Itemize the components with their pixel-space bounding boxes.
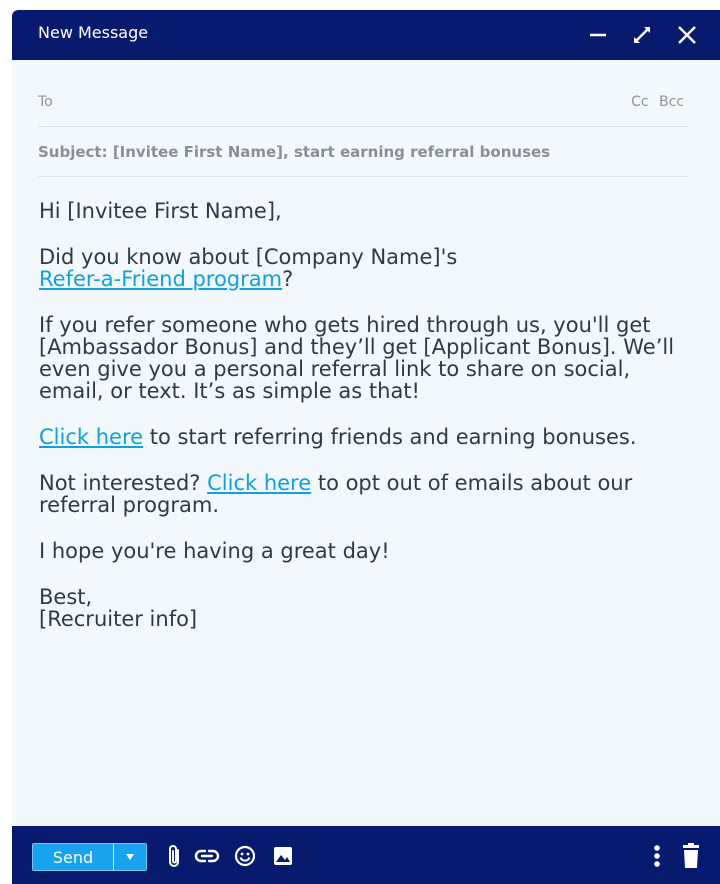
to-label: To <box>38 94 53 110</box>
emoji-icon[interactable] <box>230 841 260 871</box>
image-icon[interactable] <box>268 841 298 871</box>
opt-out-link[interactable]: Click here <box>207 471 311 495</box>
minimize-icon[interactable] <box>584 20 614 50</box>
compose-toolbar: Send <box>12 826 720 884</box>
program-text-end: ? <box>282 267 294 291</box>
signature-block: Best, [Recruiter info] <box>39 586 679 630</box>
subject-field[interactable]: Subject: [Invitee First Name], start ear… <box>38 130 688 177</box>
start-referring-link[interactable]: Click here <box>39 425 143 449</box>
trash-icon[interactable] <box>676 841 706 871</box>
paperclip-icon[interactable] <box>160 841 190 871</box>
cc-bcc-links: Cc Bcc <box>625 94 684 110</box>
refer-a-friend-link[interactable]: Refer-a-Friend program <box>39 267 282 291</box>
paragraph-opt-out: Not interested? Click here to opt out of… <box>39 472 679 516</box>
send-button[interactable]: Send <box>33 844 113 870</box>
close-icon[interactable] <box>672 20 702 50</box>
paragraph-wishes: I hope you're having a great day! <box>39 539 390 563</box>
to-field[interactable]: To Cc Bcc <box>38 82 688 127</box>
message-body[interactable]: Hi [Invitee First Name], Did you know ab… <box>39 200 679 654</box>
compose-window: New Message To Cc Bcc Subject: [Invitee … <box>12 10 720 884</box>
bcc-link[interactable]: Bcc <box>659 94 684 110</box>
cc-link[interactable]: Cc <box>631 94 648 110</box>
greeting: Hi [Invitee First Name], <box>39 199 282 223</box>
paragraph-bonus: If you refer someone who gets hired thro… <box>39 313 675 403</box>
program-text: Did you know about [Company Name]'s <box>39 245 458 269</box>
window-title: New Message <box>38 23 149 42</box>
expand-icon[interactable] <box>627 20 657 50</box>
send-group: Send <box>32 843 147 871</box>
more-vertical-icon[interactable] <box>642 841 672 871</box>
paragraph-program: Did you know about [Company Name]'s Refe… <box>39 246 679 290</box>
link-icon[interactable] <box>192 841 222 871</box>
caret-down-icon[interactable] <box>114 844 146 870</box>
title-bar[interactable]: New Message <box>12 10 720 60</box>
subject-text: Subject: [Invitee First Name], start ear… <box>38 143 551 161</box>
start-referring-text: to start referring friends and earning b… <box>143 425 637 449</box>
opt-out-text: Not interested? <box>39 471 208 495</box>
closing: Best, <box>39 585 93 609</box>
paragraph-start-referring: Click here to start referring friends an… <box>39 426 679 448</box>
signature: [Recruiter info] <box>39 607 198 631</box>
